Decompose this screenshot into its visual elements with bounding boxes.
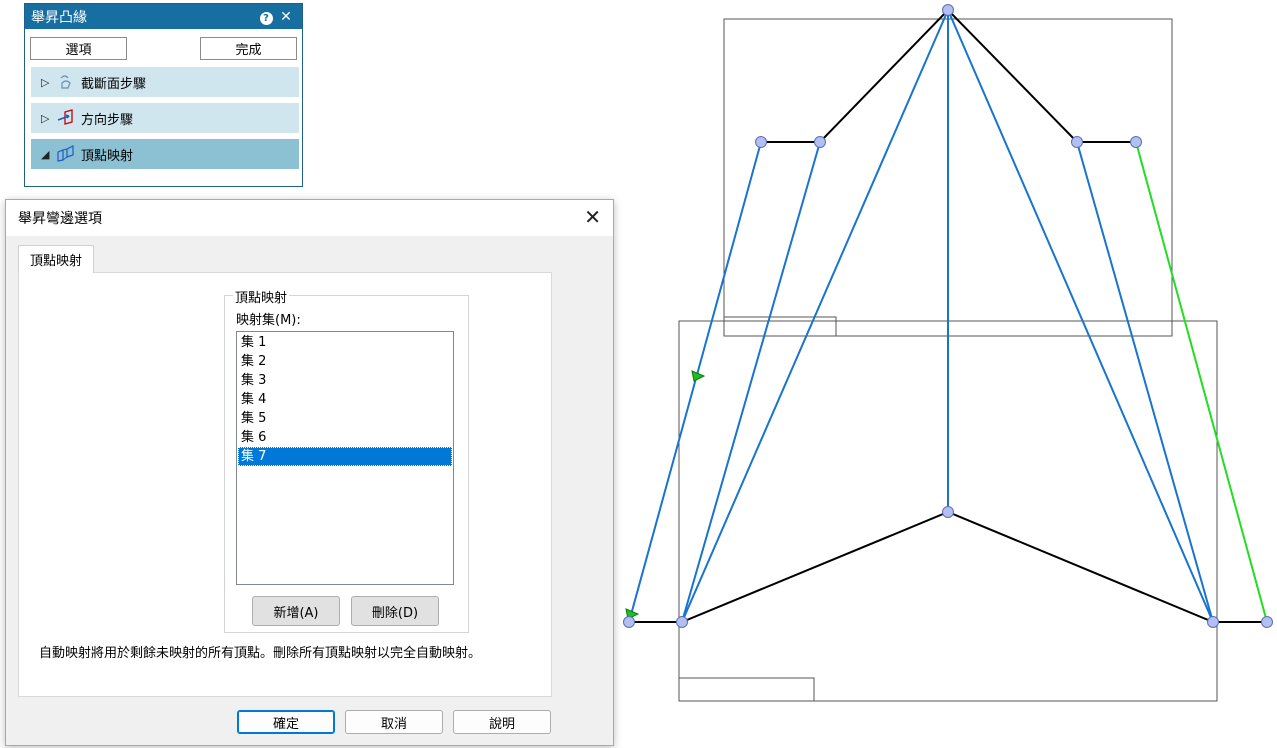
collapse-triangle-icon[interactable]: ◢ [41,148,55,161]
expand-triangle-icon[interactable]: ▷ [41,76,55,89]
mapping-set-list[interactable]: 集 1 集 2 集 3 集 4 集 5 集 6 集 7 [236,331,454,585]
vertex[interactable] [1071,136,1083,148]
mapping-line[interactable] [628,141,762,623]
tab-panel: 頂點映射 映射集(M): 集 1 集 2 集 3 集 4 集 5 集 6 集 7… [18,272,552,697]
ok-button[interactable]: 確定 [237,710,335,734]
vertex[interactable] [755,136,767,148]
list-item[interactable]: 集 5 [238,409,452,428]
group-title: 頂點映射 [233,287,290,306]
done-button[interactable]: 完成 [200,37,297,60]
help-icon[interactable]: ? [256,9,276,25]
help-button[interactable]: 說明 [453,710,551,734]
vertex-mapping-icon [55,144,77,164]
mapping-line[interactable] [681,9,949,623]
delete-set-button[interactable]: 刪除(D) [351,596,439,626]
step-vertex-mapping[interactable]: ◢ 頂點映射 [31,139,299,169]
lower-plane-tab [678,677,815,702]
step-label: 頂點映射 [81,148,134,164]
lower-profile[interactable] [629,510,1267,623]
upper-plane-tab [723,316,837,337]
selected-mapping-line[interactable] [1135,141,1268,623]
mapping-set-label: 映射集(M): [236,313,301,328]
tab-vertex-mapping[interactable]: 頂點映射 [18,245,94,273]
list-item-selected[interactable]: 集 7 [238,447,452,466]
vertex[interactable] [676,616,688,628]
list-item[interactable]: 集 6 [238,428,452,447]
mapping-lines [628,9,1214,623]
options-button[interactable]: 選項 [30,37,127,60]
lofted-flange-options-dialog: 舉昇彎邊選項 ✕ 頂點映射 頂點映射 映射集(M): 集 1 集 2 集 3 集… [5,199,614,746]
panel-title: 舉昇凸緣 [31,9,87,26]
vertex[interactable] [1261,616,1273,628]
direction-step-icon [55,108,77,128]
vertex[interactable] [814,136,826,148]
mapping-line[interactable] [681,141,821,623]
close-icon[interactable]: ✕ [584,207,601,227]
vertex[interactable] [1130,136,1142,148]
cancel-button[interactable]: 取消 [345,710,443,734]
vertex[interactable] [942,4,954,16]
vertex[interactable] [623,616,635,628]
close-icon[interactable]: ✕ [276,9,296,25]
list-item[interactable]: 集 3 [238,371,452,390]
section-step-icon [55,72,77,92]
dialog-title: 舉昇彎邊選項 [18,211,102,227]
lofted-flange-panel: 舉昇凸緣 ? ✕ 選項 完成 ▷ 截斷面步驟 ▷ 方向步驟 ◢ 頂點映射 [24,3,303,187]
vertex[interactable] [942,506,954,518]
step-direction[interactable]: ▷ 方向步驟 [31,103,299,133]
mapping-line[interactable] [1076,141,1214,623]
list-item[interactable]: 集 4 [238,390,452,409]
step-label: 截斷面步驟 [81,76,147,92]
panel-title-bar: 舉昇凸緣 ? ✕ [25,4,302,29]
step-label: 方向步驟 [81,112,134,128]
step-section[interactable]: ▷ 截斷面步驟 [31,67,299,97]
mapping-line[interactable] [947,9,1214,623]
add-set-button[interactable]: 新增(A) [252,596,340,626]
list-item[interactable]: 集 2 [238,352,452,371]
list-item[interactable]: 集 1 [238,333,452,352]
vertex-mapping-group: 頂點映射 映射集(M): 集 1 集 2 集 3 集 4 集 5 集 6 集 7… [224,287,469,633]
auto-mapping-note: 自動映射將用於剩餘未映射的所有頂點。刪除所有頂點映射以完全自動映射。 [39,646,482,661]
dialog-title-bar: 舉昇彎邊選項 ✕ [6,200,613,236]
expand-triangle-icon[interactable]: ▷ [41,112,55,125]
vertex[interactable] [1207,616,1219,628]
